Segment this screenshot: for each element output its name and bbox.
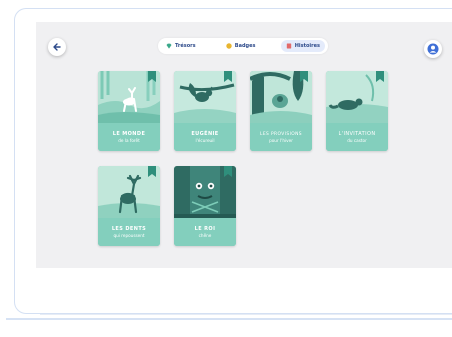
profile-avatar-icon bbox=[427, 43, 439, 55]
tab-label: Trésors bbox=[175, 43, 196, 49]
story-subtitle: de la forêt bbox=[118, 137, 140, 143]
tab-badges[interactable]: Badges bbox=[221, 40, 261, 52]
tab-histoires[interactable]: Histoires bbox=[280, 40, 325, 52]
gem-icon bbox=[166, 43, 172, 49]
story-subtitle: l'écureuil bbox=[195, 137, 215, 143]
story-card-title: LES PROVISIONS pour l'hiver bbox=[250, 123, 312, 151]
back-button[interactable] bbox=[48, 38, 66, 56]
story-card-title: L'INVITATION du castor bbox=[326, 123, 388, 151]
story-title: LE MONDE bbox=[112, 130, 146, 137]
story-title: EUGÉNIE bbox=[191, 130, 219, 137]
story-card-title: LE MONDE de la forêt bbox=[98, 123, 160, 151]
story-subtitle: du castor bbox=[347, 137, 367, 143]
story-card[interactable]: L'INVITATION du castor bbox=[326, 71, 388, 151]
story-card-title: EUGÉNIE l'écureuil bbox=[174, 123, 236, 151]
story-title: LE ROI bbox=[194, 225, 216, 232]
bookmark-icon bbox=[224, 166, 232, 177]
story-card[interactable]: LE MONDE de la forêt bbox=[98, 71, 160, 151]
story-card-title: LES DENTS qui repoussent bbox=[98, 218, 160, 246]
bookmark-icon bbox=[376, 71, 384, 82]
bookmark-icon bbox=[148, 166, 156, 177]
story-card[interactable]: LE ROI chêne bbox=[174, 166, 236, 246]
story-subtitle: chêne bbox=[198, 232, 212, 238]
story-card[interactable]: LES DENTS qui repoussent bbox=[98, 166, 160, 246]
tab-bar: Trésors Badges Histoires bbox=[158, 38, 328, 54]
bookmark-icon bbox=[300, 71, 308, 82]
story-title: L'INVITATION bbox=[338, 130, 376, 137]
arrow-left-icon bbox=[53, 43, 61, 51]
profile-button[interactable] bbox=[424, 40, 442, 58]
badge-icon bbox=[226, 43, 232, 49]
bookmark-icon bbox=[148, 71, 156, 82]
bookmark-icon bbox=[224, 71, 232, 82]
device-base bbox=[6, 318, 452, 320]
book-icon bbox=[286, 43, 291, 49]
story-card[interactable]: EUGÉNIE l'écureuil bbox=[174, 71, 236, 151]
story-title: LES PROVISIONS bbox=[260, 131, 302, 137]
story-subtitle: pour l'hiver bbox=[269, 137, 293, 143]
story-subtitle: qui repoussent bbox=[113, 232, 145, 238]
story-card-title: LE ROI chêne bbox=[174, 218, 236, 246]
story-card[interactable]: LES PROVISIONS pour l'hiver bbox=[250, 71, 312, 151]
tab-tresors[interactable]: Trésors bbox=[161, 40, 201, 52]
tab-label: Histoires bbox=[294, 43, 320, 49]
story-title: LES DENTS bbox=[111, 225, 147, 232]
device-edge bbox=[40, 314, 452, 315]
tab-label: Badges bbox=[234, 43, 256, 49]
